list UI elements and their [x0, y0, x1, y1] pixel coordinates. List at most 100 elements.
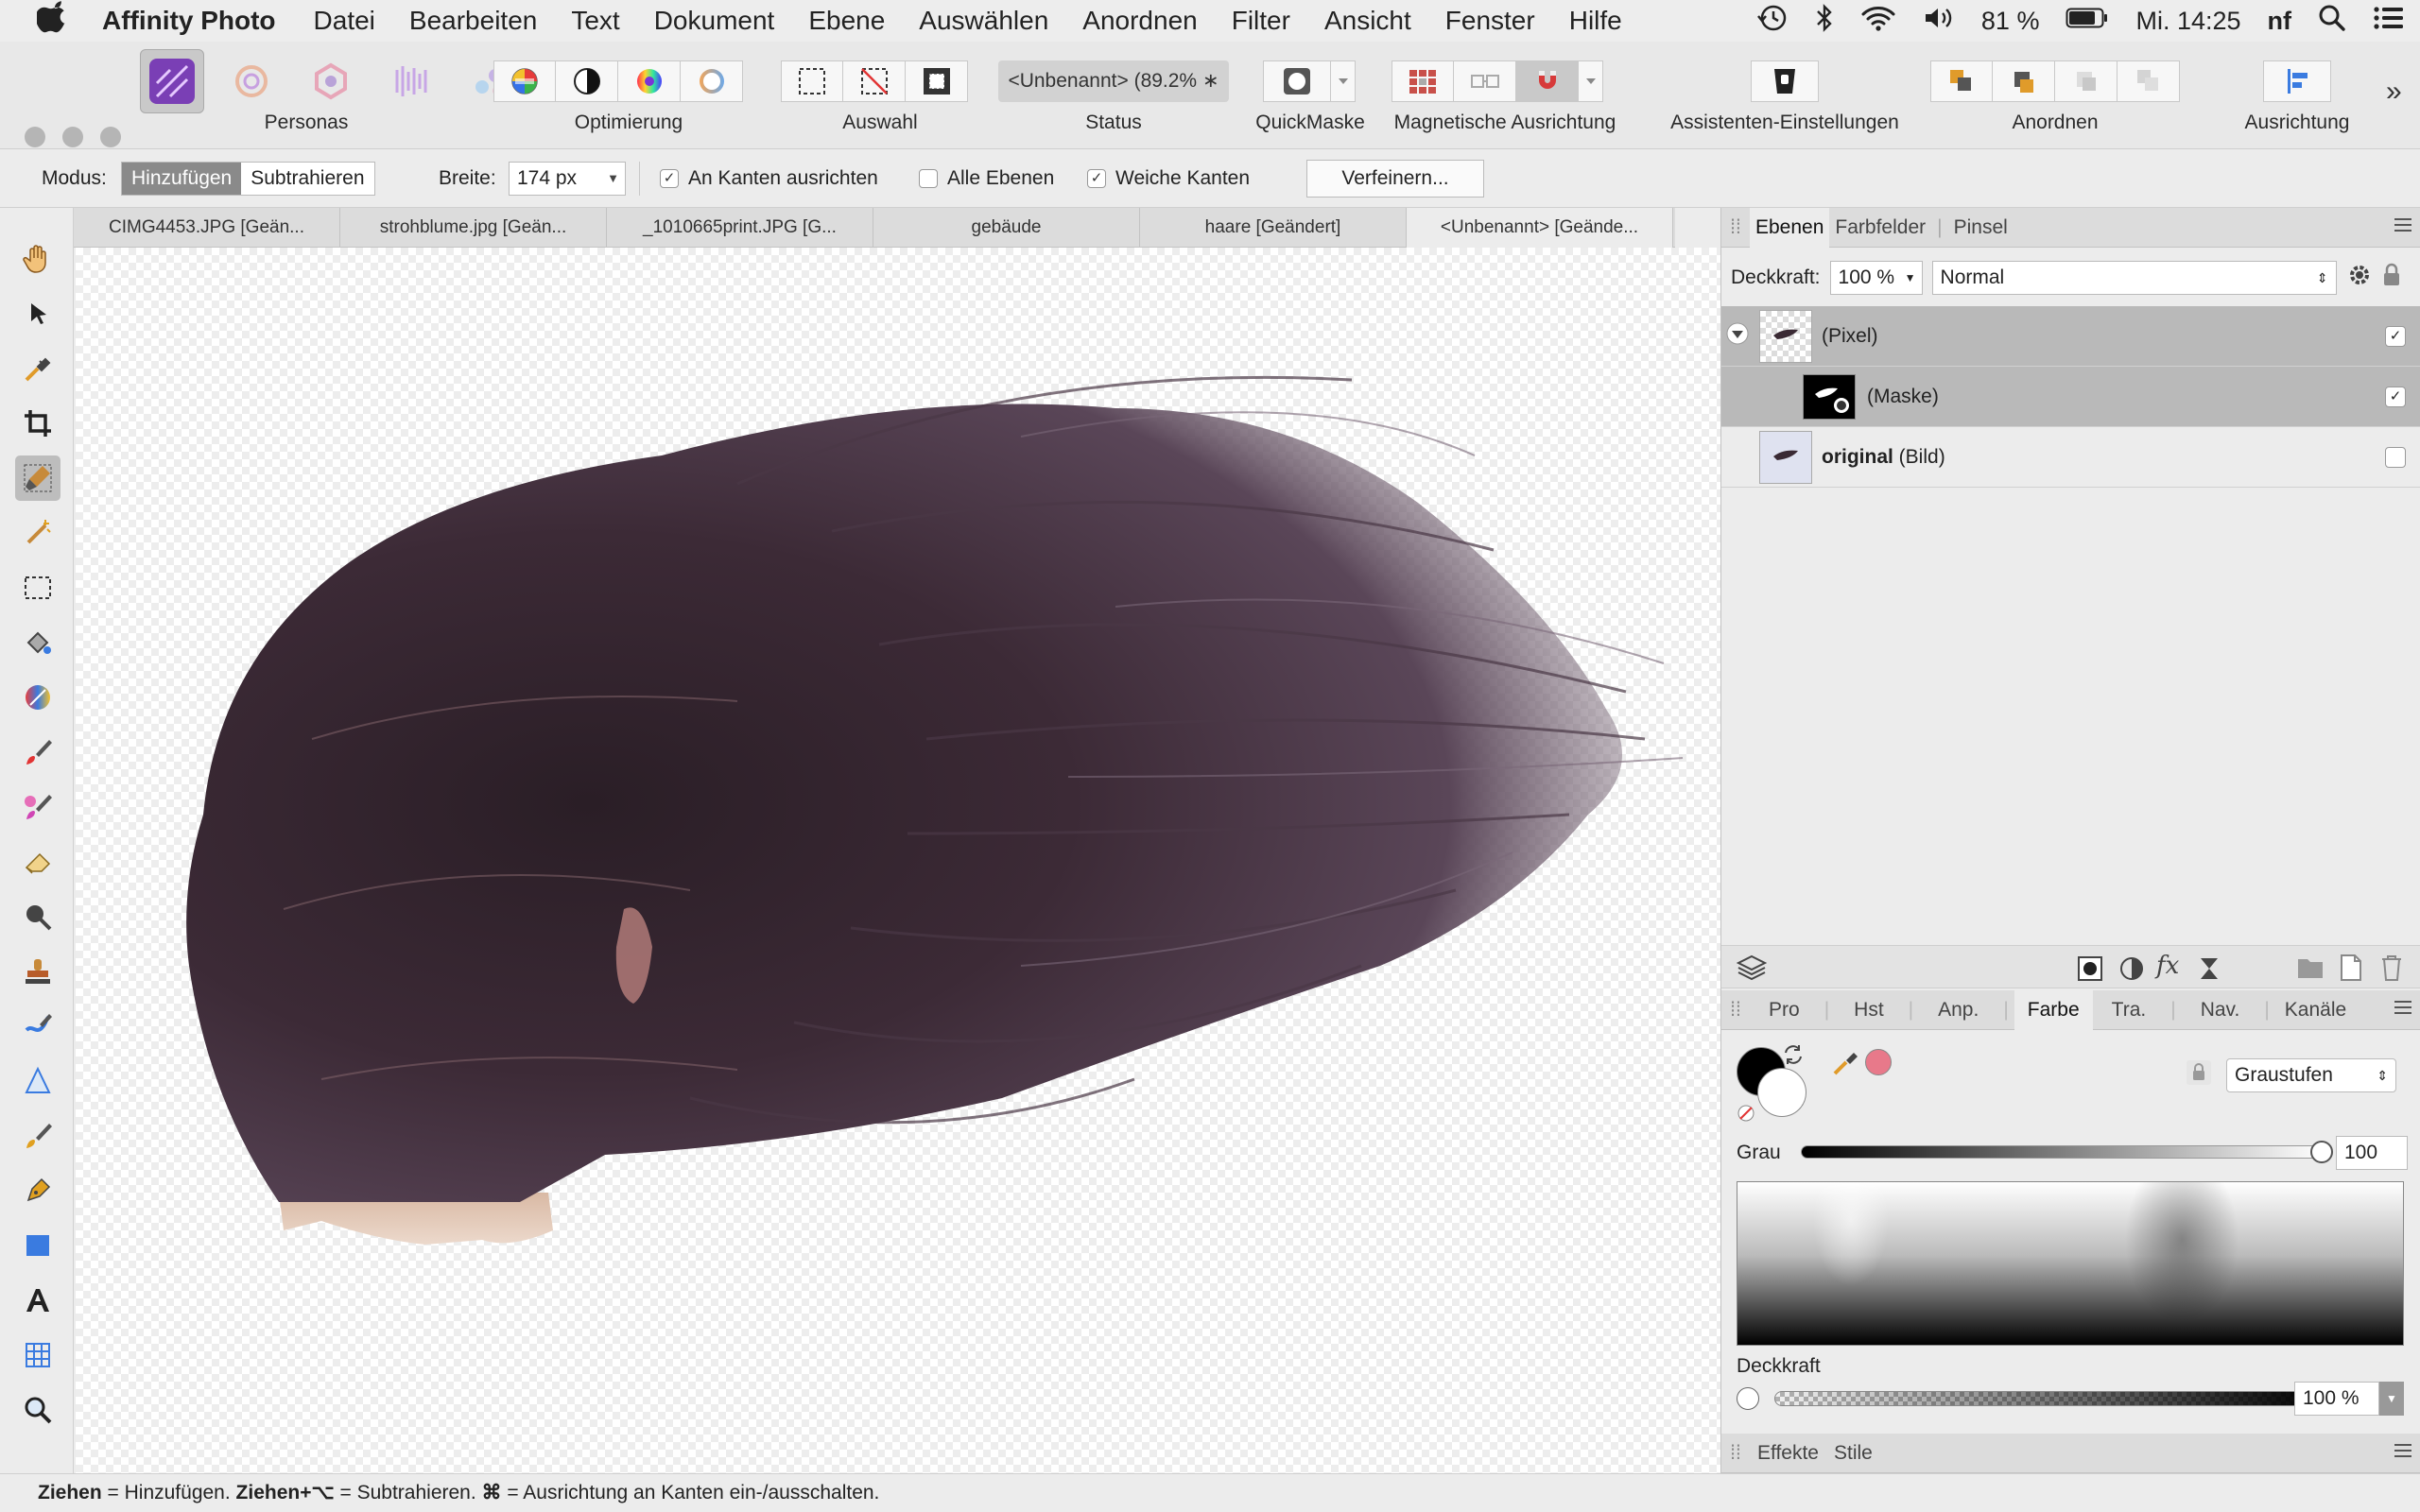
invert-selection-button[interactable] [906, 60, 968, 102]
color-opacity-field[interactable]: 100 % [2294, 1382, 2379, 1416]
grey-value-field[interactable]: 100 [2336, 1136, 2408, 1170]
move-to-front-button[interactable] [2118, 60, 2180, 102]
close-window-button[interactable] [25, 127, 45, 147]
layer-expand-chevron-icon[interactable] [1721, 322, 1754, 350]
zoom-tool-icon[interactable] [15, 1387, 60, 1433]
move-to-back-button[interactable] [1930, 60, 1993, 102]
add-pixel-layer-icon[interactable] [2338, 954, 2364, 987]
tab-layers[interactable]: Ebenen [1750, 207, 1830, 248]
auto-contrast-button[interactable] [556, 60, 618, 102]
tab-color[interactable]: Farbe [2014, 989, 2093, 1030]
auto-levels-button[interactable] [493, 60, 556, 102]
panel-menu-icon[interactable] [2393, 216, 2413, 239]
document-canvas[interactable] [76, 248, 1720, 1473]
dodge-tool-icon[interactable] [15, 894, 60, 939]
menu-datei[interactable]: Datei [314, 6, 375, 36]
menu-hilfe[interactable]: Hilfe [1569, 6, 1622, 36]
snapping-grid-button[interactable] [1392, 60, 1454, 102]
panel-menu-icon[interactable] [2393, 999, 2413, 1022]
panel-menu-icon[interactable] [2393, 1442, 2413, 1465]
layer-row-original[interactable]: original (Bild) [1721, 427, 2420, 488]
smudge-tool-icon[interactable] [15, 1004, 60, 1049]
notification-center-icon[interactable] [2373, 5, 2405, 38]
snap-edges-checkbox[interactable]: ✓ An Kanten ausrichten [660, 162, 878, 196]
app-name[interactable]: Affinity Photo [102, 6, 276, 36]
layer-opacity-field[interactable]: 100 % ▼ [1829, 261, 1923, 295]
panel-grip-icon[interactable]: ⁞⁞ [1721, 999, 1750, 1022]
document-tab[interactable]: haare [Geändert] [1140, 208, 1407, 248]
sharpen-tool-icon[interactable] [15, 1058, 60, 1104]
layer-visibility-checkbox[interactable]: ✓ [2385, 386, 2406, 407]
selection-brush-tool-icon[interactable] [15, 455, 60, 501]
refine-button[interactable]: Verfeinern... [1306, 160, 1484, 198]
color-replacement-tool-icon[interactable] [15, 784, 60, 830]
color-model-select[interactable]: Graustufen ⇕ [2226, 1058, 2396, 1092]
tab-brushes[interactable]: Pinsel [1948, 216, 2014, 239]
bluetooth-icon[interactable] [1815, 3, 1834, 39]
color-picker-tool-icon[interactable] [15, 346, 60, 391]
opacity-dropdown-chevron-icon[interactable]: ▼ [1905, 262, 1916, 294]
eraser-tool-icon[interactable] [15, 839, 60, 885]
tab-navigator[interactable]: Nav. [2182, 999, 2259, 1022]
document-tab[interactable]: _1010665print.JPG [G... [607, 208, 873, 248]
layer-visibility-checkbox[interactable] [2385, 446, 2406, 468]
battery-icon[interactable] [2066, 7, 2109, 36]
marquee-tool-icon[interactable] [15, 565, 60, 610]
menu-fenster[interactable]: Fenster [1445, 6, 1535, 36]
snapping-guides-button[interactable] [1454, 60, 1516, 102]
tab-channels[interactable]: Kanäle [2275, 999, 2356, 1022]
zoom-window-button[interactable] [100, 127, 121, 147]
document-tab[interactable]: CIMG4453.JPG [Geän... [74, 208, 340, 248]
tab-swatches[interactable]: Farbfelder [1829, 216, 1931, 239]
tab-effects[interactable]: Effekte [1750, 1442, 1826, 1465]
toolbar-overflow-chevron-icon[interactable]: » [2386, 76, 2402, 108]
status-field[interactable]: <Unbenannt> (89.2% ∗ [998, 60, 1229, 102]
photo-persona-button[interactable] [140, 49, 204, 113]
color-lock-icon[interactable] [2185, 1058, 2213, 1091]
no-color-icon[interactable] [1737, 1104, 1755, 1127]
eyedropper-icon[interactable] [1831, 1047, 1861, 1082]
mode-subtract-button[interactable]: Subtrahieren [241, 163, 373, 195]
delete-layer-trash-icon[interactable] [2379, 954, 2404, 987]
menu-ansicht[interactable]: Ansicht [1324, 6, 1411, 36]
user-name[interactable]: nf [2268, 7, 2291, 36]
document-tab[interactable]: strohblume.jpg [Geän... [340, 208, 607, 248]
menu-auswaehlen[interactable]: Auswählen [919, 6, 1048, 36]
quickmask-button[interactable] [1263, 60, 1331, 102]
move-forward-one-button[interactable] [2055, 60, 2118, 102]
menu-text[interactable]: Text [571, 6, 619, 36]
all-layers-checkbox[interactable]: Alle Ebenen [919, 162, 1054, 196]
tab-adjustments[interactable]: Anp. [1919, 999, 1997, 1022]
layer-lock-icon[interactable] [2382, 263, 2401, 293]
move-tool-icon[interactable] [15, 291, 60, 336]
panel-grip-icon[interactable]: ⁞⁞ [1721, 1442, 1750, 1465]
spotlight-search-icon[interactable] [2318, 4, 2346, 39]
grey-slider-track[interactable] [1801, 1141, 2333, 1163]
crop-tool-icon[interactable] [15, 401, 60, 446]
document-tab-active[interactable]: <Unbenannt> [Geände... [1407, 208, 1673, 248]
time-machine-icon[interactable] [1756, 4, 1789, 39]
layers-stack-icon[interactable] [1736, 954, 1768, 987]
battery-percent[interactable]: 81 % [1981, 7, 2040, 36]
secondary-color-well[interactable] [1757, 1068, 1806, 1117]
minimize-window-button[interactable] [62, 127, 83, 147]
picked-color-swatch[interactable] [1865, 1049, 1892, 1075]
auto-white-balance-button[interactable] [681, 60, 743, 102]
volume-icon[interactable] [1923, 5, 1955, 38]
apple-menu-icon[interactable] [23, 1, 79, 41]
red-eye-tool-icon[interactable] [15, 1113, 60, 1159]
menu-anordnen[interactable]: Anordnen [1082, 6, 1197, 36]
blend-mode-stepper-icon[interactable]: ⇕ [2317, 262, 2328, 294]
mode-add-button[interactable]: Hinzufügen [122, 163, 242, 195]
width-dropdown-chevron-icon[interactable]: ▼ [607, 163, 619, 195]
liquify-persona-button[interactable] [219, 49, 284, 113]
add-mask-icon[interactable] [2077, 955, 2103, 987]
hand-tool-icon[interactable] [15, 236, 60, 282]
menu-ebene[interactable]: Ebene [808, 6, 885, 36]
auto-colors-button[interactable] [618, 60, 681, 102]
develop-persona-button[interactable] [299, 49, 363, 113]
tab-pro[interactable]: Pro [1750, 999, 1819, 1022]
select-all-button[interactable] [781, 60, 843, 102]
text-tool-icon[interactable] [15, 1278, 60, 1323]
layer-visibility-checkbox[interactable]: ✓ [2385, 325, 2406, 347]
